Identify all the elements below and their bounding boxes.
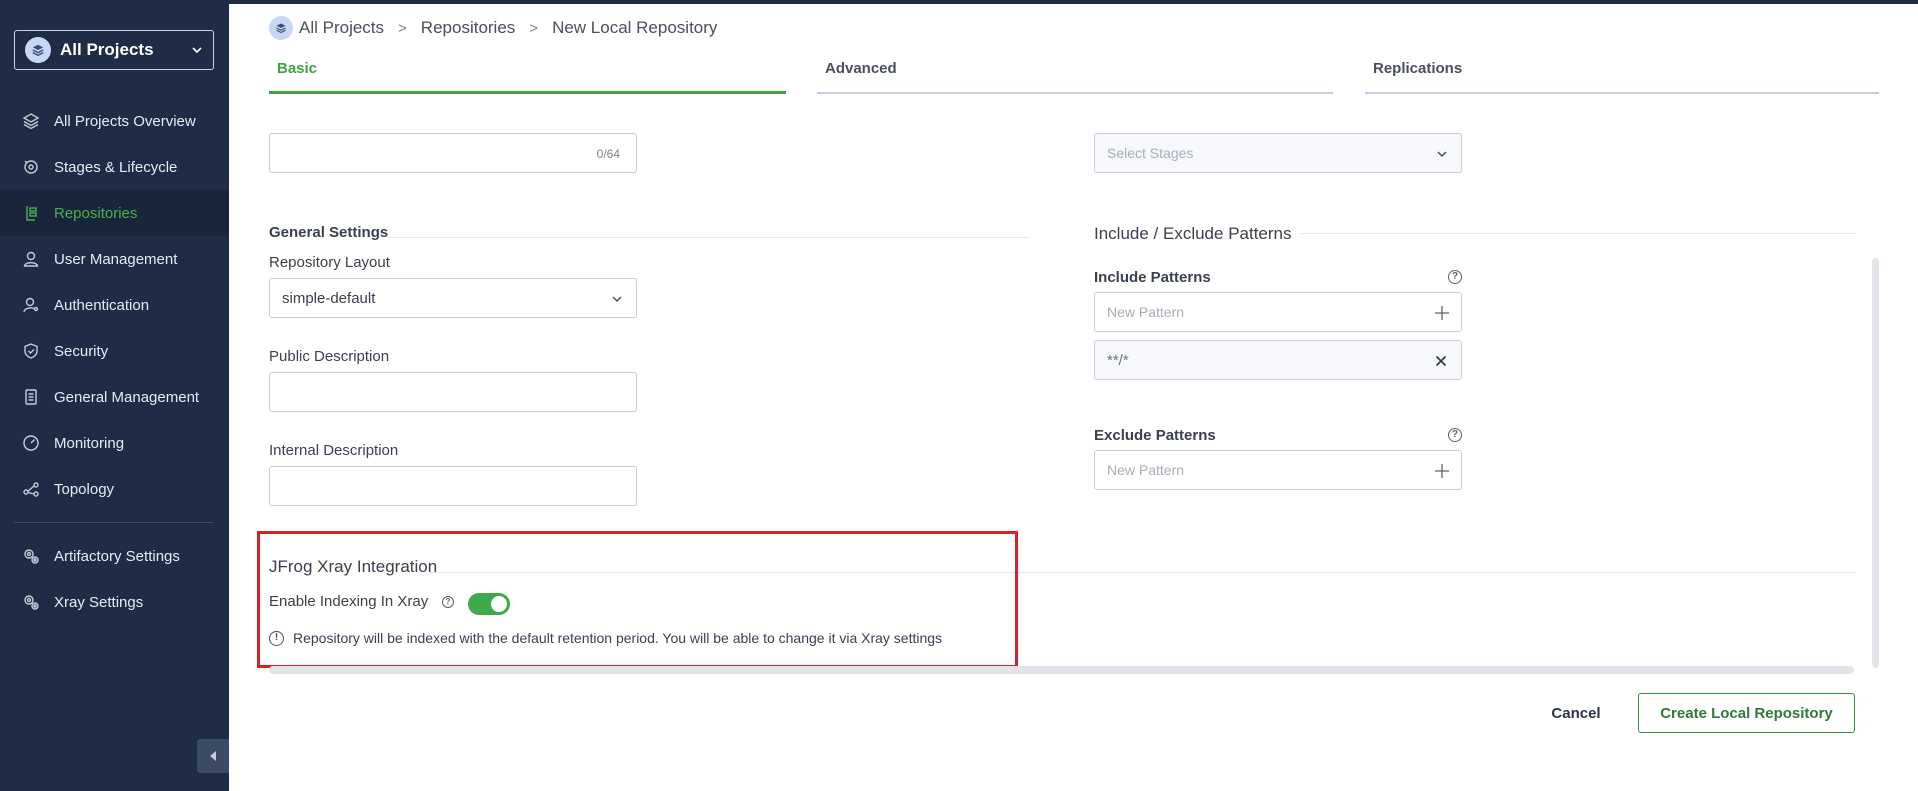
layers-icon (21, 111, 41, 131)
breadcrumb: All Projects > Repositories > New Local … (269, 16, 717, 40)
tab-advanced[interactable]: Advanced (817, 60, 1333, 94)
project-selector-label: All Projects (60, 40, 154, 59)
repository-layout-select[interactable]: simple-default (269, 278, 637, 318)
layers-icon (25, 37, 51, 63)
public-description-input[interactable] (269, 372, 637, 412)
stages-placeholder: Select Stages (1107, 145, 1194, 161)
repository-key-input[interactable]: 0/64 (269, 133, 637, 173)
section-divider (388, 237, 1029, 238)
help-icon[interactable]: ? (1448, 428, 1462, 442)
horizontal-scrollbar[interactable] (269, 666, 1854, 674)
create-local-repository-button[interactable]: Create Local Repository (1638, 693, 1855, 733)
sidebar-item-label: Stages & Lifecycle (54, 158, 178, 176)
internal-description-input[interactable] (269, 466, 637, 506)
section-divider (1300, 233, 1855, 234)
project-selector[interactable]: All Projects (14, 30, 214, 70)
breadcrumb-item-all-projects[interactable]: All Projects (299, 18, 384, 38)
sidebar-item-label: Xray Settings (54, 593, 144, 611)
include-pattern-item: **/* (1094, 340, 1462, 380)
user-icon (21, 249, 41, 269)
breadcrumb-separator: > (398, 19, 407, 37)
breadcrumb-separator: > (529, 19, 539, 37)
sidebar-item-label: General Management (54, 388, 200, 406)
chevron-left-icon (210, 751, 216, 761)
repository-layout-value: simple-default (282, 290, 376, 307)
lifecycle-icon (21, 157, 41, 177)
sidebar-item-artifactory-settings[interactable]: Artifactory Settings (0, 533, 229, 579)
close-icon[interactable] (1435, 355, 1447, 367)
sidebar-item-general-management[interactable]: General Management (0, 374, 229, 420)
sidebar-divider (14, 522, 213, 523)
sidebar-item-label: Topology (54, 480, 115, 498)
plus-icon[interactable] (1434, 305, 1450, 321)
gears-icon (21, 546, 41, 566)
help-icon[interactable]: ? (1448, 270, 1462, 284)
sidebar-item-monitoring[interactable]: Monitoring (0, 420, 229, 466)
exclude-pattern-placeholder: New Pattern (1107, 462, 1185, 478)
public-description-label: Public Description (269, 348, 390, 365)
top-bar (0, 0, 1918, 4)
repository-icon (21, 203, 41, 223)
shield-icon (21, 341, 41, 361)
gears-icon (21, 592, 41, 612)
chevron-down-icon (192, 47, 202, 54)
gauge-icon (21, 433, 41, 453)
stages-select[interactable]: Select Stages (1094, 133, 1462, 173)
sidebar-item-label: Repositories (54, 204, 138, 222)
include-pattern-placeholder: New Pattern (1107, 304, 1185, 320)
general-settings-title: General Settings (269, 224, 389, 241)
tab-bar: Basic Advanced Replications (269, 60, 1879, 96)
breadcrumb-item-repositories[interactable]: Repositories (421, 18, 516, 38)
internal-description-label: Internal Description (269, 442, 399, 459)
sidebar-item-all-projects-overview[interactable]: All Projects Overview (0, 98, 229, 144)
sidebar-item-label: Security (54, 342, 109, 360)
tab-replications[interactable]: Replications (1365, 60, 1879, 94)
sidebar-item-label: Artifactory Settings (54, 547, 180, 565)
exclude-patterns-label: Exclude Patterns (1094, 427, 1216, 444)
sidebar-item-label: User Management (54, 250, 178, 268)
sidebar-nav: All Projects Overview Stages & Lifecycle… (0, 98, 229, 625)
sidebar-item-label: All Projects Overview (54, 112, 196, 130)
cancel-button[interactable]: Cancel (1540, 694, 1612, 732)
sidebar-item-label: Monitoring (54, 434, 125, 452)
plus-icon[interactable] (1434, 463, 1450, 479)
sidebar-item-authentication[interactable]: Authentication (0, 282, 229, 328)
include-pattern-value: **/* (1107, 352, 1129, 369)
user-key-icon (21, 295, 41, 315)
sidebar-item-label: Authentication (54, 296, 150, 314)
document-icon (21, 387, 41, 407)
sidebar-item-xray-settings[interactable]: Xray Settings (0, 579, 229, 625)
include-pattern-input[interactable]: New Pattern (1094, 292, 1462, 332)
chevron-down-icon (1437, 151, 1447, 158)
tab-basic[interactable]: Basic (269, 60, 786, 94)
sidebar-item-repositories[interactable]: Repositories (0, 190, 229, 236)
breadcrumb-item-current: New Local Repository (552, 18, 718, 37)
sidebar-item-security[interactable]: Security (0, 328, 229, 374)
highlight-box (257, 531, 1018, 668)
character-counter: 0/64 (596, 147, 620, 161)
topology-icon (21, 479, 41, 499)
patterns-title: Include / Exclude Patterns (1094, 224, 1292, 243)
sidebar: All Projects All Projects Overview Stage… (0, 4, 229, 791)
collapse-sidebar-button[interactable] (197, 739, 229, 773)
sidebar-item-topology[interactable]: Topology (0, 466, 229, 512)
repository-layout-label: Repository Layout (269, 254, 390, 271)
chevron-down-icon (612, 296, 622, 303)
vertical-scrollbar[interactable] (1872, 258, 1879, 668)
exclude-pattern-input[interactable]: New Pattern (1094, 450, 1462, 490)
layers-icon (269, 16, 293, 40)
include-patterns-label: Include Patterns (1094, 269, 1211, 286)
sidebar-item-stages-lifecycle[interactable]: Stages & Lifecycle (0, 144, 229, 190)
sidebar-item-user-management[interactable]: User Management (0, 236, 229, 282)
